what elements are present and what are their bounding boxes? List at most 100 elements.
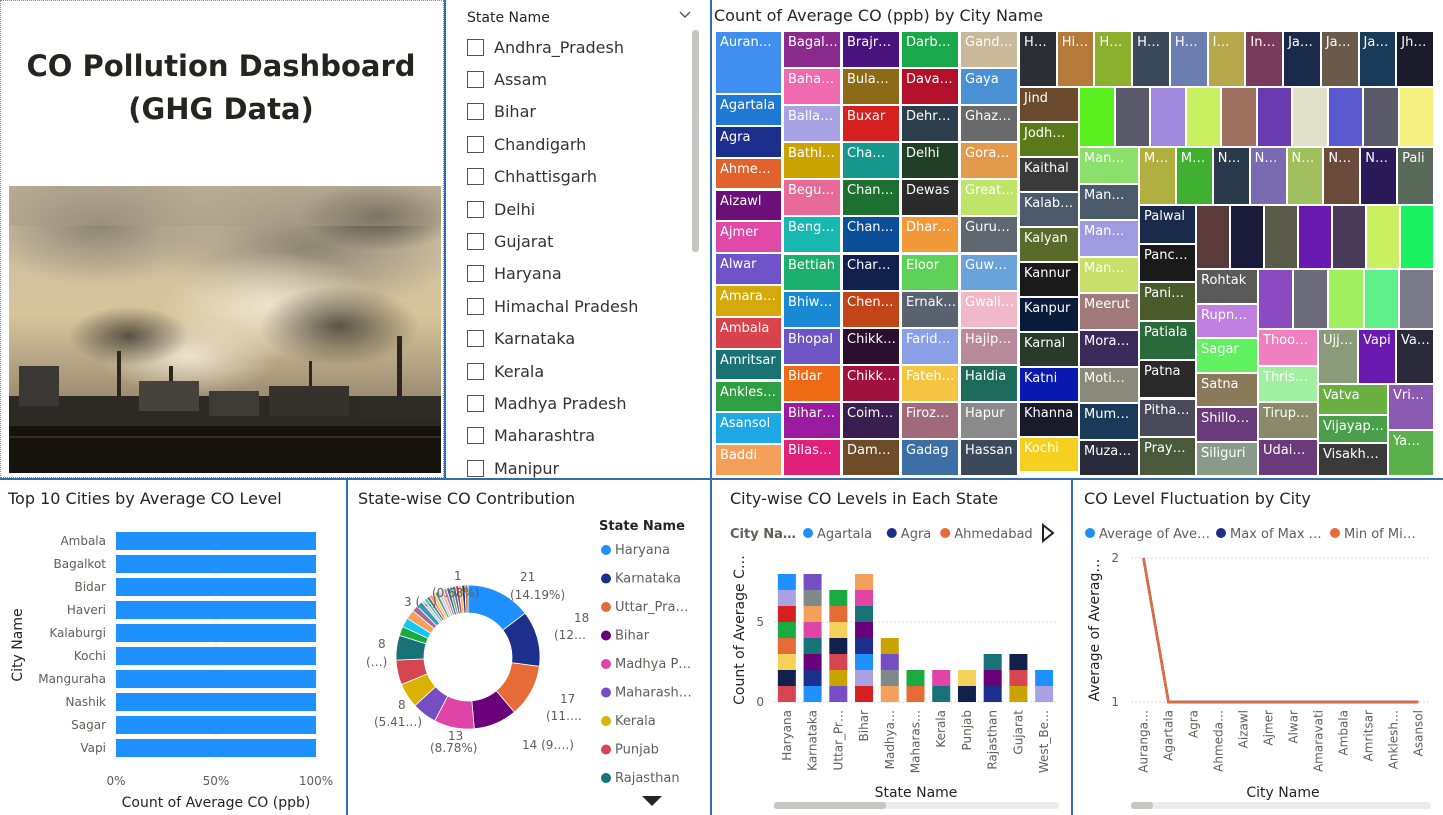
treemap-cell[interactable]: Amritsar xyxy=(715,348,782,381)
treemap-cell[interactable]: Baha… xyxy=(783,68,841,106)
bar-segment[interactable] xyxy=(777,638,796,654)
treemap-cell[interactable] xyxy=(1363,87,1399,147)
slicer-checkbox[interactable] xyxy=(467,297,484,315)
bar-segment[interactable] xyxy=(983,670,1002,686)
treemap-cell[interactable]: Agra xyxy=(715,125,782,158)
slicer-checkbox[interactable] xyxy=(467,168,484,186)
slicer-checkbox[interactable] xyxy=(467,135,484,153)
treemap-cell[interactable]: Hi… xyxy=(1056,31,1095,87)
treemap-cell[interactable] xyxy=(1185,87,1221,147)
treemap-cell[interactable]: M… xyxy=(1139,147,1176,205)
treemap-cell[interactable]: Meerut xyxy=(1079,293,1139,330)
bar-segment[interactable] xyxy=(803,606,822,622)
treemap-cell[interactable]: Palwal xyxy=(1139,205,1196,244)
treemap-cell[interactable]: Aizawl xyxy=(715,189,782,222)
bar-segment[interactable] xyxy=(803,638,822,654)
treemap-cell[interactable] xyxy=(1332,205,1366,269)
bar[interactable] xyxy=(116,601,316,619)
treemap-cell[interactable]: Udai… xyxy=(1258,439,1318,476)
treemap-cell[interactable]: Kalab… xyxy=(1019,192,1079,227)
treemap-cell[interactable]: Bhopal xyxy=(783,327,841,365)
treemap-cell[interactable]: Ahme… xyxy=(715,157,782,190)
treemap-cell[interactable]: Bilas… xyxy=(783,438,841,476)
slicer-scrollbar[interactable] xyxy=(692,30,699,252)
treemap-cell[interactable]: Pani… xyxy=(1139,282,1196,322)
bar-segment[interactable] xyxy=(777,654,796,670)
treemap-cell[interactable]: Baddi xyxy=(715,444,782,476)
treemap-cell[interactable]: Moti… xyxy=(1079,366,1139,404)
treemap-cell[interactable]: Va… xyxy=(1396,329,1434,384)
bar-segment[interactable] xyxy=(855,638,874,654)
treemap-cell[interactable]: Agartala xyxy=(715,94,782,126)
treemap-cell[interactable]: Chen… xyxy=(842,290,900,328)
bar-segment[interactable] xyxy=(829,654,848,670)
slicer-checkbox[interactable] xyxy=(467,265,484,283)
bar-segment[interactable] xyxy=(803,590,822,606)
series-line[interactable] xyxy=(1142,557,1419,704)
slicer-checkbox[interactable] xyxy=(467,70,484,88)
treemap-cell[interactable]: Kochi xyxy=(1019,437,1079,472)
bar-segment[interactable] xyxy=(803,670,822,686)
treemap-cell[interactable]: Sagar xyxy=(1196,338,1258,373)
treemap-cell[interactable]: Buxar xyxy=(842,105,900,143)
treemap-cell[interactable] xyxy=(1398,87,1434,147)
treemap-cell[interactable] xyxy=(1256,87,1292,147)
treemap-cell[interactable]: Brajr… xyxy=(842,31,900,69)
slicer-checkbox[interactable] xyxy=(467,427,484,445)
treemap-cell[interactable]: H… xyxy=(1019,31,1057,87)
treemap-cell[interactable]: Hapur xyxy=(960,401,1018,439)
bar-segment[interactable] xyxy=(855,654,874,670)
treemap-cell[interactable]: Man… xyxy=(1079,183,1139,221)
slicer-item[interactable]: Maharashtra xyxy=(467,423,595,449)
treemap-cell[interactable]: Great… xyxy=(960,179,1018,217)
bar-segment[interactable] xyxy=(855,670,874,686)
treemap-cell[interactable]: Man… xyxy=(1079,220,1139,257)
slicer-item[interactable]: Andhra_Pradesh xyxy=(467,34,624,60)
treemap-cell[interactable]: Vatva xyxy=(1318,384,1388,415)
treemap-cell[interactable]: Cha… xyxy=(842,142,900,180)
bar-segment[interactable] xyxy=(803,574,822,590)
bar[interactable] xyxy=(116,670,316,688)
treemap-cell[interactable]: Dam… xyxy=(842,438,900,476)
treemap-cell[interactable]: M… xyxy=(1175,147,1213,205)
series-line[interactable] xyxy=(1142,557,1419,704)
bar-segment[interactable] xyxy=(803,686,822,702)
treemap-cell[interactable]: Thoo… xyxy=(1258,329,1318,366)
treemap-cell[interactable]: Beng… xyxy=(783,216,841,254)
bar-segment[interactable] xyxy=(829,686,848,702)
treemap-cell[interactable] xyxy=(1079,87,1115,147)
treemap-cell[interactable]: Bidar xyxy=(783,364,841,402)
treemap-cell[interactable]: Jind xyxy=(1019,87,1079,122)
treemap-cell[interactable] xyxy=(1114,87,1150,147)
treemap-cell[interactable]: Asansol xyxy=(715,412,782,445)
legend-next-icon[interactable] xyxy=(1042,522,1055,544)
treemap-cell[interactable]: H… xyxy=(1132,31,1170,87)
slicer-item[interactable]: Kerala xyxy=(467,358,544,384)
treemap-cell[interactable]: Ghaz… xyxy=(960,105,1018,143)
treemap-cell[interactable]: Vapi xyxy=(1358,329,1396,384)
treemap-cell[interactable]: Rupn… xyxy=(1196,303,1258,338)
treemap-cell[interactable]: Delhi xyxy=(901,142,959,180)
treemap-cell[interactable] xyxy=(1298,205,1332,269)
bar-segment[interactable] xyxy=(983,654,1002,670)
bar-segment[interactable] xyxy=(880,638,899,654)
bar[interactable] xyxy=(116,716,316,734)
treemap-cell[interactable]: Begu… xyxy=(783,179,841,217)
slicer-item[interactable]: Himachal Pradesh xyxy=(467,293,638,319)
treemap-cell[interactable]: N… xyxy=(1323,147,1361,205)
treemap-cell[interactable]: Haldia xyxy=(960,364,1018,402)
treemap-cell[interactable]: Gwali… xyxy=(960,290,1018,328)
treemap-cell[interactable]: Rohtak xyxy=(1196,269,1258,304)
bar-segment[interactable] xyxy=(957,686,976,702)
treemap-cell[interactable]: Bagal… xyxy=(783,31,841,69)
treemap-cell[interactable]: Kalyan xyxy=(1019,227,1079,262)
treemap-cell[interactable]: Bettiah xyxy=(783,253,841,291)
treemap-cell[interactable]: N… xyxy=(1249,147,1287,205)
treemap-cell[interactable]: Gora… xyxy=(960,142,1018,180)
treemap-cell[interactable]: Alwar xyxy=(715,253,782,285)
treemap-cell[interactable]: Ankles… xyxy=(715,380,782,413)
treemap-cell[interactable]: Mora… xyxy=(1079,330,1139,367)
slicer-checkbox[interactable] xyxy=(467,459,484,477)
slicer-item[interactable]: Haryana xyxy=(467,261,562,287)
bar-segment[interactable] xyxy=(1009,670,1028,686)
